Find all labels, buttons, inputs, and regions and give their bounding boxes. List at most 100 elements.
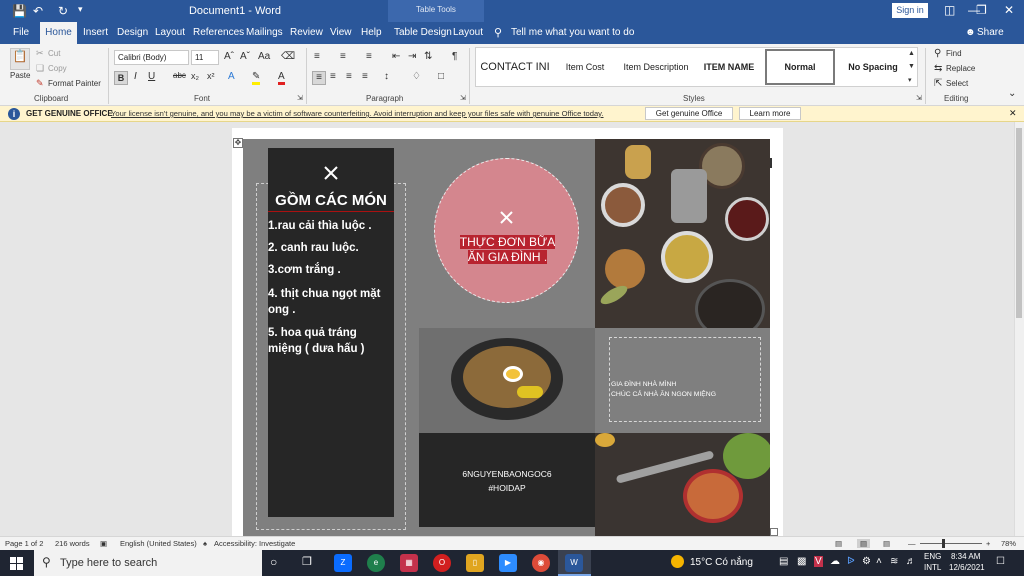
font-size-select[interactable]: 11 [191,50,219,65]
bluetooth-icon[interactable]: ᐉ [847,556,855,567]
tray-app-icon[interactable]: ▩ [797,556,806,567]
tell-me-search[interactable]: Tell me what you want to do [511,27,634,38]
zoom-slider-thumb[interactable] [942,539,945,548]
sort-icon[interactable]: ⇅ [424,51,432,62]
credit-cell[interactable]: 6NGUYENBAONGOC6 #HOIDAP [419,433,595,527]
edge-app-icon[interactable]: e [367,554,385,572]
input-layout[interactable]: INTL [924,563,941,572]
maximize-icon[interactable]: ❐ [976,3,987,17]
accessibility-status[interactable]: Accessibility: Investigate [214,539,295,548]
tab-view[interactable]: View [330,27,352,38]
tab-layout[interactable]: Layout [155,27,185,38]
shrink-font-icon[interactable]: Aˇ [240,51,250,62]
share-button[interactable]: Share [977,27,1004,38]
clock-time[interactable]: 8:34 AM [951,552,980,561]
grow-font-icon[interactable]: Aˆ [224,51,234,62]
close-icon[interactable]: ✕ [1004,3,1014,17]
zoom-in-icon[interactable]: + [986,539,990,548]
select-button[interactable]: Select [946,79,968,88]
clock-date[interactable]: 12/6/2021 [949,563,985,572]
ribbon-display-options-icon[interactable]: ◫ [944,3,955,17]
wifi-icon[interactable]: ≋ [890,556,898,567]
table-move-handle-icon[interactable]: ✥ [233,138,243,148]
subscript-icon[interactable]: x₂ [191,71,199,81]
numbering-icon[interactable]: ≡ [340,51,346,62]
paste-button[interactable]: Paste [10,71,30,80]
styles-scroll-down-icon[interactable]: ▼ [908,63,915,70]
tab-references[interactable]: References [193,27,244,38]
windows-start-icon[interactable] [10,557,23,570]
word-app-icon[interactable]: W [565,554,583,572]
justify-icon[interactable]: ≡ [362,71,368,82]
superscript-icon[interactable]: x² [207,71,215,81]
title-circle[interactable]: THỰC ĐƠN BỮA ĂN GIA ĐÌNH . [434,158,579,303]
vertical-scrollbar-thumb[interactable] [1016,128,1022,318]
style-item-name[interactable]: ITEM NAME [696,48,762,86]
align-center-icon[interactable]: ≡ [330,71,336,82]
cloud-icon[interactable]: ☁ [830,556,840,567]
task-view-icon[interactable]: ❐ [302,555,312,568]
text-effects-icon[interactable]: A [228,71,235,82]
replace-button[interactable]: Replace [946,64,975,73]
collapse-ribbon-icon[interactable]: ⌄ [1008,88,1016,99]
styles-dialog-launcher-icon[interactable]: ⇲ [916,94,922,102]
paragraph-dialog-launcher-icon[interactable]: ⇲ [460,94,466,102]
tab-home[interactable]: Home [40,22,77,44]
chrome-app-icon[interactable]: ◉ [532,554,550,572]
chevron-up-icon[interactable]: ˄ [876,556,882,567]
styles-more-icon[interactable]: ▾ [908,76,912,84]
tab-insert[interactable]: Insert [83,27,108,38]
align-right-icon[interactable]: ≡ [346,71,352,82]
italic-icon[interactable]: I [134,71,137,82]
style-item-cost[interactable]: Item Cost [554,48,616,86]
volume-icon[interactable]: ♬ [906,556,916,567]
cortana-icon[interactable]: ○ [270,555,277,569]
align-left-icon[interactable]: ≡ [312,71,326,85]
shading-icon[interactable]: ♢ [412,71,421,82]
infobar-message-link[interactable]: Your license isn't genuine, and you may … [111,109,604,118]
tab-table-design[interactable]: Table Design [394,27,452,38]
page-count[interactable]: Page 1 of 2 [5,539,43,548]
clear-formatting-icon[interactable]: ⌫ [281,51,295,62]
sign-in-button[interactable]: Sign in [892,3,928,18]
multilevel-list-icon[interactable]: ≡ [366,51,372,62]
style-item-description[interactable]: Item Description [616,48,696,86]
tab-mailings[interactable]: Mailings [246,27,283,38]
word-count[interactable]: 216 words [55,539,90,548]
clipboard-paste-icon[interactable]: 📋 [10,48,30,70]
format-painter-button[interactable]: Format Painter [48,79,101,88]
font-color-icon[interactable]: A [278,71,285,85]
change-case-icon[interactable]: Aa [258,51,270,62]
zoom-slider-track[interactable] [920,543,982,544]
notification-icon[interactable]: ☐ [996,556,1005,567]
web-layout-icon[interactable]: ▤ [883,539,890,548]
tab-design[interactable]: Design [117,27,148,38]
tab-file[interactable]: File [13,27,29,38]
tray-app-icon[interactable]: V [814,556,823,567]
taskbar-search-box[interactable]: Type here to search [34,550,262,576]
tab-table-layout[interactable]: Layout [453,27,483,38]
zoom-app-icon[interactable]: ▶ [499,554,517,572]
increase-indent-icon[interactable]: ⇥ [408,51,416,62]
tab-help[interactable]: Help [361,27,382,38]
tab-review[interactable]: Review [290,27,323,38]
greeting-cell[interactable]: GIA ĐÌNH NHÀ MÌNH CHÚC CẢ NHÀ ĂN NGON MI… [595,328,770,433]
get-genuine-office-button[interactable]: Get genuine Office [645,107,733,120]
close-infobar-icon[interactable]: ✕ [1009,108,1017,119]
menu-panel[interactable]: GỒM CÁC MÓN 1.rau cải thìa luộc . 2. can… [268,148,394,517]
cut-button[interactable]: Cut [48,49,60,58]
style-no-spacing[interactable]: No Spacing [838,48,908,86]
zalo-app-icon[interactable]: Z [334,554,352,572]
learn-more-button[interactable]: Learn more [739,107,801,120]
file-explorer-icon[interactable]: ▯ [466,554,484,572]
tray-app-icon[interactable]: ⚙ [862,556,871,567]
highlight-icon[interactable]: ✎ [252,71,261,85]
zoom-level[interactable]: 78% [1001,539,1016,548]
table-resize-handle-icon[interactable] [770,528,778,536]
input-language[interactable]: ENG [924,552,941,561]
print-layout-icon[interactable]: ▤ [857,539,871,548]
decrease-indent-icon[interactable]: ⇤ [392,51,400,62]
bold-icon[interactable]: B [114,71,128,85]
bullets-icon[interactable]: ≡ [314,51,320,62]
zoom-out-icon[interactable]: — [908,539,916,548]
